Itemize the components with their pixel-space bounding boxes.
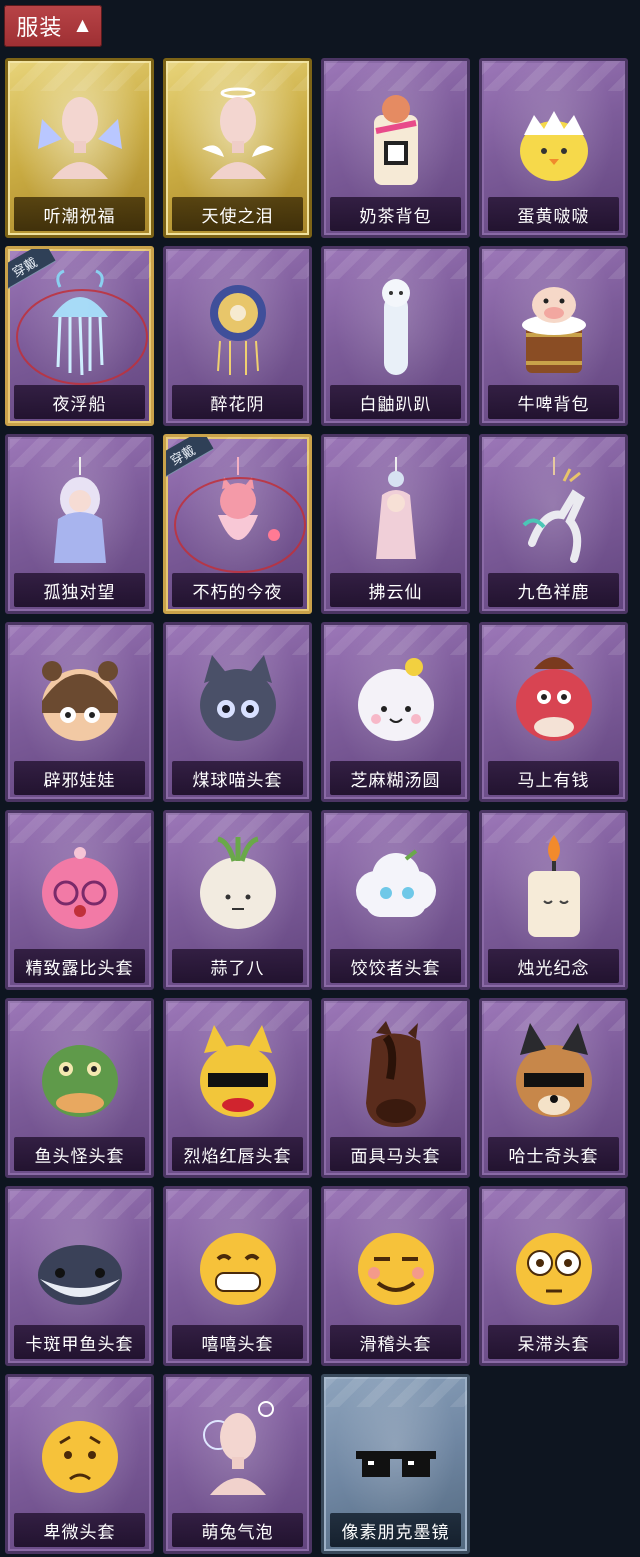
milk-tea-backpack-icon — [346, 79, 446, 197]
costume-item-card[interactable]: 马上有钱 — [479, 622, 628, 802]
costume-item-card[interactable]: 蛋黄啵啵 — [479, 58, 628, 238]
yellow-lips-head-icon — [188, 1019, 288, 1137]
flower-dreamcatcher-icon — [188, 267, 288, 385]
costume-item-card[interactable]: 鱼头怪头套 — [5, 998, 154, 1178]
costume-item-label: 像素朋克墨镜 — [330, 1513, 461, 1547]
costume-item-label: 马上有钱 — [488, 761, 619, 795]
costume-item-card[interactable]: 卡斑甲鱼头套 — [5, 1186, 154, 1366]
pink-beaver-head-icon — [30, 831, 130, 949]
category-title: 服装 — [16, 16, 63, 41]
costume-item-card[interactable]: 蒜了八 — [163, 810, 312, 990]
equipped-highlight-ring — [16, 289, 148, 385]
costume-item-label: 白鼬趴趴 — [330, 385, 461, 419]
costume-item-label: 烈焰红唇头套 — [172, 1137, 303, 1171]
costume-item-label: 面具马头套 — [330, 1137, 461, 1171]
costume-item-card[interactable]: 精致露比头套 — [5, 810, 154, 990]
costume-item-label: 牛啤背包 — [488, 385, 619, 419]
costume-item-card[interactable]: 天使之泪 — [163, 58, 312, 238]
costume-item-card[interactable]: 穿戴 不朽的今夜 — [163, 434, 312, 614]
horse-mask-icon — [346, 1019, 446, 1137]
cloud-dumpling-head-icon — [346, 831, 446, 949]
costume-item-card[interactable]: 嘻嘻头套 — [163, 1186, 312, 1366]
costume-item-label: 孤独对望 — [14, 573, 145, 607]
white-ferret-icon — [346, 267, 446, 385]
costume-item-card[interactable]: 牛啤背包 — [479, 246, 628, 426]
costume-item-card[interactable]: 拂云仙 — [321, 434, 470, 614]
doll-charm-icon — [30, 455, 130, 573]
costume-item-label: 卡斑甲鱼头套 — [14, 1325, 145, 1359]
costume-item-card[interactable]: 哈士奇头套 — [479, 998, 628, 1178]
costume-item-label: 滑稽头套 — [330, 1325, 461, 1359]
costume-item-label: 蛋黄啵啵 — [488, 197, 619, 231]
garlic-head-icon — [188, 831, 288, 949]
costume-item-label: 烛光纪念 — [488, 949, 619, 983]
costume-item-label: 天使之泪 — [172, 197, 303, 231]
costume-item-label: 拂云仙 — [330, 573, 461, 607]
costume-item-card[interactable]: 九色祥鹿 — [479, 434, 628, 614]
costume-item-label: 辟邪娃娃 — [14, 761, 145, 795]
costume-item-label: 饺饺者头套 — [330, 949, 461, 983]
fish-head-icon — [30, 1019, 130, 1137]
costume-item-label: 卑微头套 — [14, 1513, 145, 1547]
tangyuan-head-icon — [346, 643, 446, 761]
costume-item-label: 芝麻糊汤圆 — [330, 761, 461, 795]
costume-item-label: 奶茶背包 — [330, 197, 461, 231]
mannequin-angel-icon — [188, 79, 288, 197]
costume-grid: 听潮祝福 天使之泪 奶茶背包 蛋黄啵啵穿戴 夜浮船 醉花阴 白鼬趴趴 牛啤背包孤独对望 穿戴 不朽… — [5, 58, 628, 1554]
stare-emoji-head-icon — [504, 1207, 604, 1325]
costume-item-card[interactable]: 面具马头套 — [321, 998, 470, 1178]
costume-item-label: 哈士奇头套 — [488, 1137, 619, 1171]
costume-item-card[interactable]: 煤球喵头套 — [163, 622, 312, 802]
egg-chick-icon — [504, 79, 604, 197]
costume-item-card[interactable]: 像素朋克墨镜 — [321, 1374, 470, 1554]
equipped-highlight-ring — [174, 477, 306, 573]
costume-item-card[interactable]: 辟邪娃娃 — [5, 622, 154, 802]
black-cat-head-icon — [188, 643, 288, 761]
cow-beer-mug-icon — [504, 267, 604, 385]
whale-head-icon — [30, 1207, 130, 1325]
costume-item-card[interactable]: 醉花阴 — [163, 246, 312, 426]
costume-item-card[interactable]: 卑微头套 — [5, 1374, 154, 1554]
costume-item-label: 听潮祝福 — [14, 197, 145, 231]
deer-charm-icon — [504, 455, 604, 573]
costume-item-card[interactable]: 烈焰红唇头套 — [163, 998, 312, 1178]
costume-item-card[interactable]: 穿戴 夜浮船 — [5, 246, 154, 426]
red-horse-head-icon — [504, 643, 604, 761]
costume-item-label: 不朽的今夜 — [172, 573, 303, 607]
costume-item-card[interactable]: 呆滞头套 — [479, 1186, 628, 1366]
costume-item-label: 嘻嘻头套 — [172, 1325, 303, 1359]
costume-item-card[interactable]: 奶茶背包 — [321, 58, 470, 238]
pixel-sunglasses-icon — [346, 1395, 446, 1513]
costume-item-label: 萌兔气泡 — [172, 1513, 303, 1547]
costume-item-label: 蒜了八 — [172, 949, 303, 983]
humble-emoji-head-icon — [30, 1395, 130, 1513]
costume-item-label: 夜浮船 — [14, 385, 145, 419]
costume-item-card[interactable]: 芝麻糊汤圆 — [321, 622, 470, 802]
costume-category-toggle[interactable]: 服装 ▲ — [4, 5, 102, 47]
doll-head-icon — [30, 643, 130, 761]
costume-item-label: 煤球喵头套 — [172, 761, 303, 795]
costume-item-label: 鱼头怪头套 — [14, 1137, 145, 1171]
fairy-charm-icon — [346, 455, 446, 573]
mannequin-ice-wings-icon — [30, 79, 130, 197]
costume-item-card[interactable]: 饺饺者头套 — [321, 810, 470, 990]
costume-item-label: 醉花阴 — [172, 385, 303, 419]
costume-item-card[interactable]: 滑稽头套 — [321, 1186, 470, 1366]
smirk-emoji-head-icon — [346, 1207, 446, 1325]
costume-item-card[interactable]: 听潮祝福 — [5, 58, 154, 238]
costume-item-label: 呆滞头套 — [488, 1325, 619, 1359]
chevron-up-icon: ▲ — [76, 15, 90, 34]
costume-item-label: 精致露比头套 — [14, 949, 145, 983]
mannequin-bubble-icon — [188, 1395, 288, 1513]
costume-item-card[interactable]: 孤独对望 — [5, 434, 154, 614]
candle-head-icon — [504, 831, 604, 949]
costume-item-card[interactable]: 萌兔气泡 — [163, 1374, 312, 1554]
costume-item-card[interactable]: 烛光纪念 — [479, 810, 628, 990]
husky-head-icon — [504, 1019, 604, 1137]
costume-item-label: 九色祥鹿 — [488, 573, 619, 607]
costume-item-card[interactable]: 白鼬趴趴 — [321, 246, 470, 426]
grin-emoji-head-icon — [188, 1207, 288, 1325]
